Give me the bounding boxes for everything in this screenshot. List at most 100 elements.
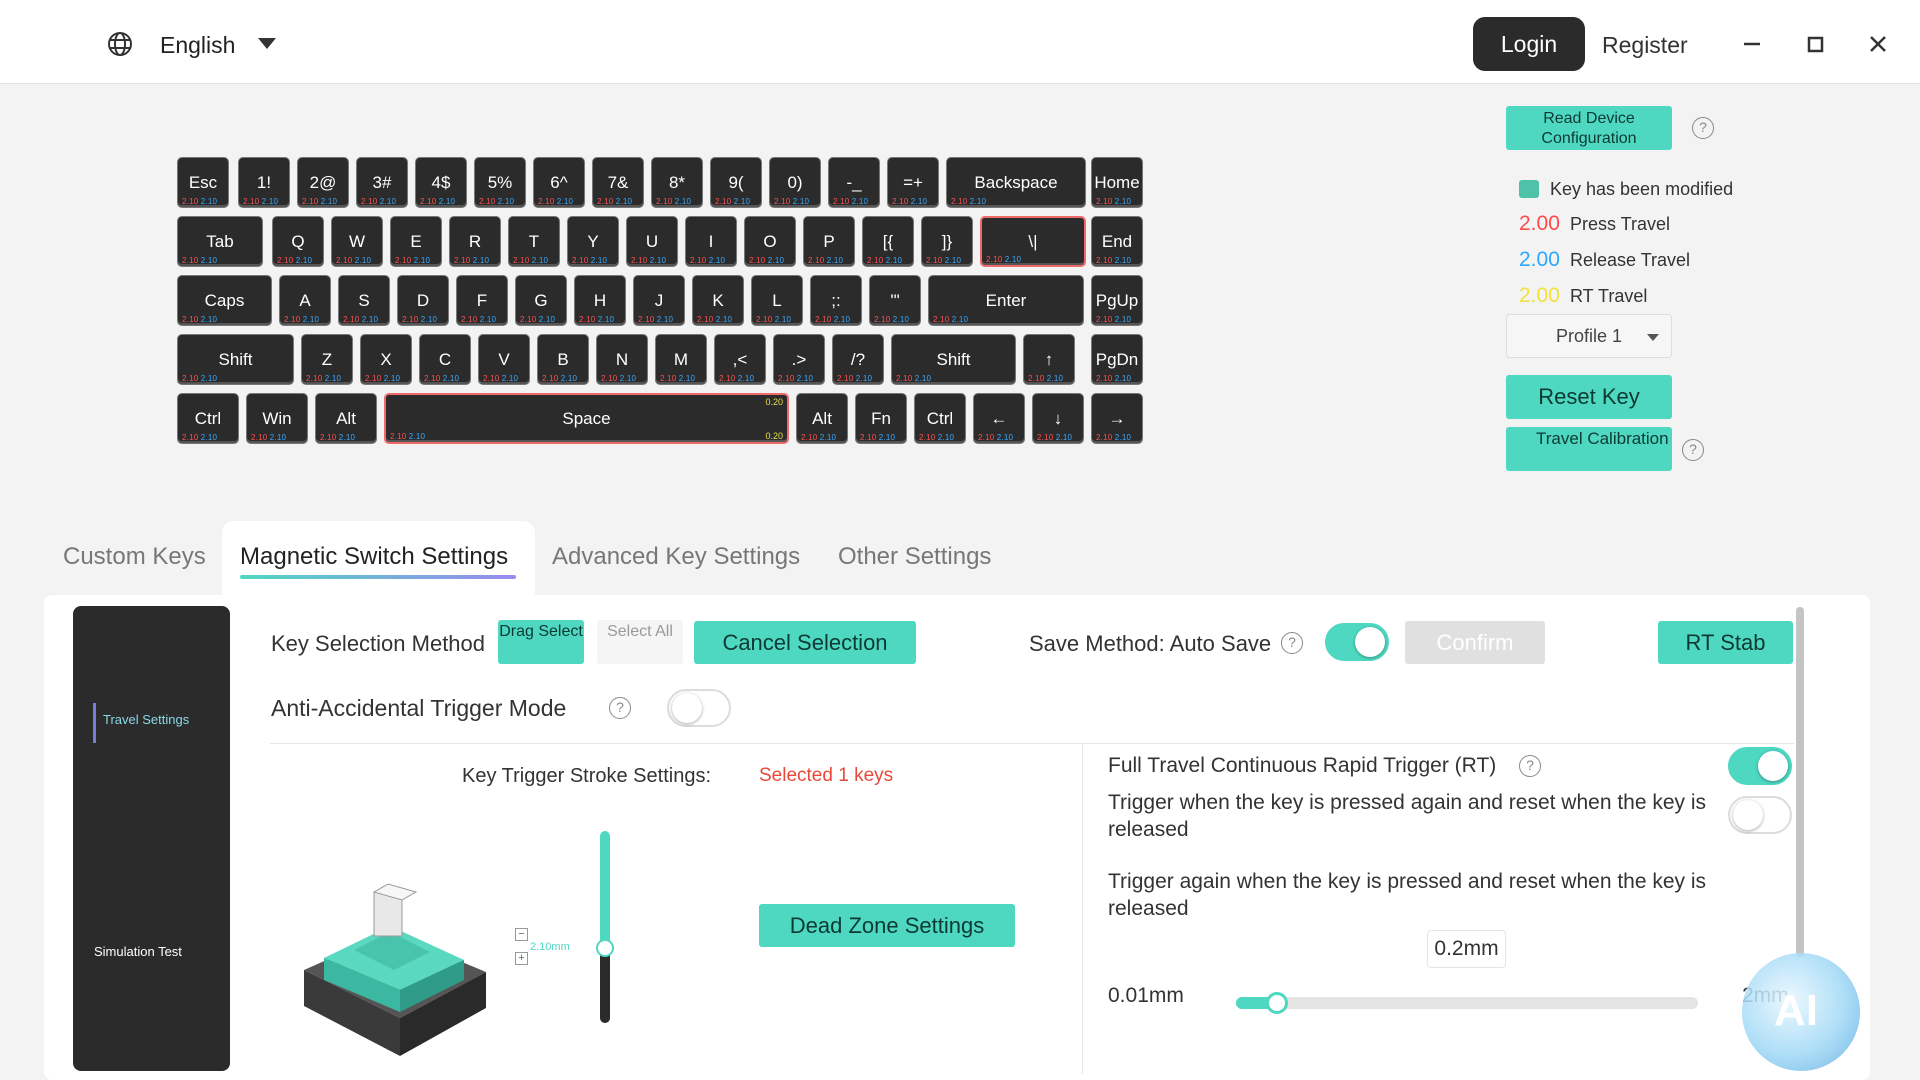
key-3[interactable]: 3# 2.10 2.10: [356, 157, 408, 208]
key-symbol[interactable]: =+ 2.10 2.10: [887, 157, 939, 208]
key-4[interactable]: 4$ 2.10 2.10: [415, 157, 467, 208]
key-pgup[interactable]: PgUp 2.10 2.10: [1091, 275, 1143, 326]
confirm-button[interactable]: Confirm: [1405, 621, 1545, 664]
key-end[interactable]: End 2.10 2.10: [1091, 216, 1143, 267]
close-icon[interactable]: [1864, 30, 1892, 58]
key-p[interactable]: P 2.10 2.10: [803, 216, 855, 267]
register-link[interactable]: Register: [1602, 32, 1688, 59]
key-shift[interactable]: Shift 2.10 2.10: [177, 334, 294, 385]
reset-key-button[interactable]: Reset Key: [1506, 375, 1672, 419]
key-v[interactable]: V 2.10 2.10: [478, 334, 530, 385]
key-symbol[interactable]: -_ 2.10 2.10: [828, 157, 880, 208]
key-alt[interactable]: Alt 2.10 2.10: [315, 393, 377, 444]
key-t[interactable]: T 2.10 2.10: [508, 216, 560, 267]
login-button[interactable]: Login: [1473, 17, 1585, 71]
rt-slider-track[interactable]: [1236, 997, 1698, 1009]
key-symbol[interactable]: .> 2.10 2.10: [773, 334, 825, 385]
key-win[interactable]: Win 2.10 2.10: [246, 393, 308, 444]
key-symbol[interactable]: '" 2.10 2.10: [869, 275, 921, 326]
key-tab[interactable]: Tab 2.10 2.10: [177, 216, 263, 267]
key-a[interactable]: A 2.10 2.10: [279, 275, 331, 326]
panel-scrollbar[interactable]: [1796, 607, 1804, 957]
key-9[interactable]: 9(2.10 2.10: [710, 157, 762, 208]
tab-magnetic-switch-settings[interactable]: Magnetic Switch Settings: [240, 543, 508, 571]
key-symbol[interactable]: /? 2.10 2.10: [832, 334, 884, 385]
key-8[interactable]: 8* 2.10 2.10: [651, 157, 703, 208]
key-ctrl[interactable]: Ctrl 2.10 2.10: [177, 393, 239, 444]
key-1[interactable]: 1! 2.10 2.10: [238, 157, 290, 208]
key-l[interactable]: L 2.10 2.10: [751, 275, 803, 326]
key-enter[interactable]: Enter 2.10 2.10: [928, 275, 1084, 326]
key-symbol[interactable]: [{2.10 2.10: [862, 216, 914, 267]
dead-zone-settings-button[interactable]: Dead Zone Settings: [759, 904, 1015, 947]
key-d[interactable]: D 2.10 2.10: [397, 275, 449, 326]
minimize-icon[interactable]: [1738, 30, 1766, 58]
key-symbol[interactable]: ]} 2.10 2.10: [921, 216, 973, 267]
key-home[interactable]: Home 2.10 2.10: [1091, 157, 1143, 208]
help-icon[interactable]: ?: [609, 697, 631, 719]
tab-custom-keys[interactable]: Custom Keys: [63, 543, 206, 571]
key-n[interactable]: N 2.10 2.10: [596, 334, 648, 385]
key-x[interactable]: X 2.10 2.10: [360, 334, 412, 385]
sidebar-item-travel-settings[interactable]: Travel Settings: [103, 712, 189, 727]
rt-slider-handle[interactable]: [1266, 992, 1288, 1014]
sidebar-item-simulation-test[interactable]: Simulation Test: [94, 944, 182, 959]
read-device-config-button[interactable]: Read Device Configuration: [1506, 106, 1672, 150]
key-alt[interactable]: Alt 2.10 2.10: [796, 393, 848, 444]
key-m[interactable]: M 2.10 2.10: [655, 334, 707, 385]
drag-select-button[interactable]: Drag Select: [498, 620, 584, 664]
select-all-button[interactable]: Select All: [597, 620, 683, 664]
maximize-icon[interactable]: [1801, 30, 1829, 58]
key-symbol[interactable]: \| 2.10 2.10: [980, 216, 1086, 267]
key-q[interactable]: Q 2.10 2.10: [272, 216, 324, 267]
travel-slider-handle[interactable]: [596, 939, 614, 957]
anti-accidental-toggle[interactable]: [667, 689, 731, 727]
key-2[interactable]: 2@ 2.10 2.10: [297, 157, 349, 208]
key-symbol[interactable]: ,< 2.10 2.10: [714, 334, 766, 385]
help-icon[interactable]: ?: [1682, 439, 1704, 461]
key-j[interactable]: J 2.10 2.10: [633, 275, 685, 326]
profile-select[interactable]: Profile 1: [1506, 314, 1672, 358]
tab-advanced-key-settings[interactable]: Advanced Key Settings: [552, 543, 800, 571]
tab-other-settings[interactable]: Other Settings: [838, 543, 991, 571]
key-symbol[interactable]: ;: 2.10 2.10: [810, 275, 862, 326]
key-6[interactable]: 6^ 2.10 2.10: [533, 157, 585, 208]
help-icon[interactable]: ?: [1692, 117, 1714, 139]
key-u[interactable]: U 2.10 2.10: [626, 216, 678, 267]
key-k[interactable]: K 2.10 2.10: [692, 275, 744, 326]
key-z[interactable]: Z 2.10 2.10: [301, 334, 353, 385]
help-icon[interactable]: ?: [1519, 755, 1541, 777]
key-esc[interactable]: Esc 2.10 2.10: [177, 157, 229, 208]
chevron-down-icon[interactable]: [258, 38, 276, 49]
key-c[interactable]: C 2.10 2.10: [419, 334, 471, 385]
key-h[interactable]: H 2.10 2.10: [574, 275, 626, 326]
key-0[interactable]: 0) 2.10 2.10: [769, 157, 821, 208]
auto-save-toggle[interactable]: [1325, 623, 1389, 661]
key-i[interactable]: I 2.10 2.10: [685, 216, 737, 267]
travel-slider-track[interactable]: [600, 831, 610, 1023]
key-backspace[interactable]: Backspace 2.10 2.10: [946, 157, 1086, 208]
key-caps[interactable]: Caps 2.10 2.10: [177, 275, 272, 326]
key-r[interactable]: R 2.10 2.10: [449, 216, 501, 267]
key-5[interactable]: 5% 2.10 2.10: [474, 157, 526, 208]
key-7[interactable]: 7& 2.10 2.10: [592, 157, 644, 208]
plus-icon[interactable]: +: [515, 952, 528, 965]
cancel-selection-button[interactable]: Cancel Selection: [694, 621, 916, 664]
key-e[interactable]: E 2.10 2.10: [390, 216, 442, 267]
key-pgdn[interactable]: PgDn 2.10 2.10: [1091, 334, 1143, 385]
key-b[interactable]: B 2.10 2.10: [537, 334, 589, 385]
key-symbol[interactable]: → 2.10 2.10: [1091, 393, 1143, 444]
key-shift[interactable]: Shift 2.10 2.10: [891, 334, 1016, 385]
key-y[interactable]: Y 2.10 2.10: [567, 216, 619, 267]
language-select[interactable]: English: [160, 32, 235, 59]
key-ctrl[interactable]: Ctrl 2.10 2.10: [914, 393, 966, 444]
key-symbol[interactable]: ↑ 2.10 2.10: [1023, 334, 1075, 385]
key-f[interactable]: F 2.10 2.10: [456, 275, 508, 326]
key-symbol[interactable]: ← 2.10 2.10: [973, 393, 1025, 444]
full-travel-rt-toggle[interactable]: [1728, 747, 1792, 785]
travel-calibration-button[interactable]: Travel Calibration: [1506, 427, 1672, 471]
key-fn[interactable]: Fn 2.10 2.10: [855, 393, 907, 444]
key-s[interactable]: S 2.10 2.10: [338, 275, 390, 326]
key-g[interactable]: G 2.10 2.10: [515, 275, 567, 326]
key-space[interactable]: Space 0.20 0.20 2.10 2.10: [384, 393, 789, 444]
